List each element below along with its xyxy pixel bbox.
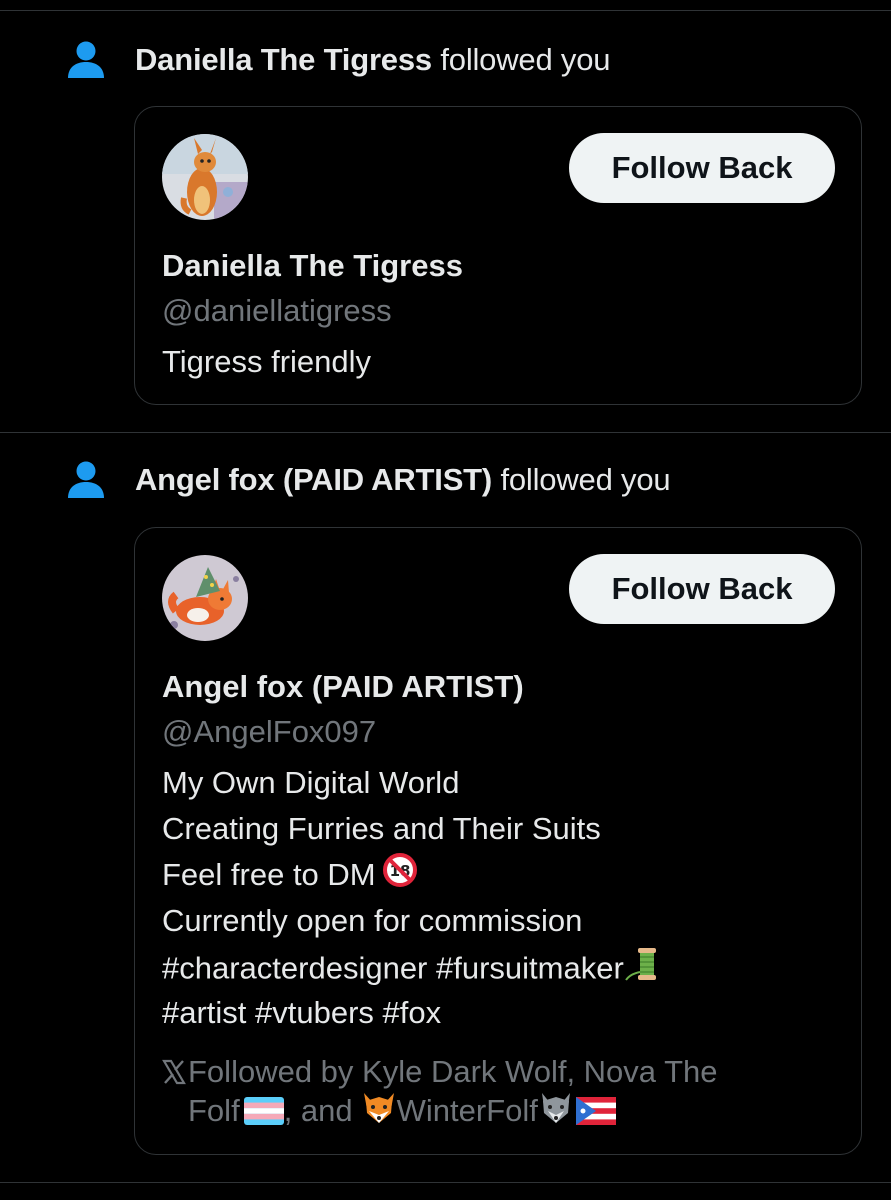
fox-face-icon <box>361 1091 397 1134</box>
followed-by[interactable]: Followed by Kyle Dark Wolf, Nova The Fol… <box>162 1053 718 1129</box>
followed-by-name: WinterFolf <box>396 1093 538 1128</box>
no-under-18-icon: 18 <box>382 852 418 901</box>
user-display-name[interactable]: Angel fox (PAID ARTIST) <box>162 669 524 705</box>
user-handle[interactable]: @AngelFox097 <box>162 714 376 750</box>
user-card[interactable]: Follow Back Daniella The Tigress @daniel… <box>134 106 862 405</box>
bio-line[interactable]: #artist #vtubers #fox <box>162 990 664 1036</box>
user-display-name[interactable]: Daniella The Tigress <box>162 248 463 284</box>
bio-line-text: Feel free to DM <box>162 857 376 892</box>
bio-line-text[interactable]: #characterdesigner #fursuitmaker <box>162 951 624 986</box>
notification-actor-name[interactable]: Angel fox (PAID ARTIST) <box>135 462 492 497</box>
follow-notification[interactable]: Angel fox (PAID ARTIST) followed you Fol… <box>0 432 891 1182</box>
spool-of-thread-icon <box>624 944 664 997</box>
avatar[interactable] <box>162 134 248 220</box>
x-logo-icon <box>162 1056 186 1094</box>
wolf-face-icon <box>538 1091 574 1134</box>
user-handle[interactable]: @daniellatigress <box>162 293 392 329</box>
transgender-flag-icon <box>243 1096 284 1134</box>
puerto-rico-flag-icon <box>575 1096 616 1134</box>
bio-line: Feel free to DM18 <box>162 852 664 898</box>
followed-by-separator: , and <box>283 1093 353 1128</box>
bio-line: Tigress friendly <box>162 344 372 379</box>
follow-notification[interactable]: Daniella The Tigress followed you Follow… <box>0 0 891 432</box>
follow-back-button[interactable]: Follow Back <box>569 554 835 624</box>
notification-action: followed you <box>440 42 611 77</box>
user-bio: My Own Digital World Creating Furries an… <box>162 760 664 1036</box>
user-card[interactable]: Follow Back Angel fox (PAID ARTIST) @Ang… <box>134 527 862 1155</box>
notification-action: followed you <box>500 462 671 497</box>
avatar[interactable] <box>162 555 248 641</box>
person-icon <box>66 40 106 80</box>
bio-line: My Own Digital World <box>162 765 460 800</box>
followed-by-name: Folf <box>188 1093 240 1128</box>
bio-line: Creating Furries and Their Suits <box>162 811 601 846</box>
notification-actor-name[interactable]: Daniella The Tigress <box>135 42 432 77</box>
followed-by-text: Followed by Kyle Dark Wolf, Nova The <box>188 1054 718 1089</box>
notification-divider <box>0 1182 891 1183</box>
user-bio: Tigress friendly <box>162 339 371 385</box>
bio-line: Currently open for commission <box>162 903 583 938</box>
person-icon <box>66 460 106 500</box>
bio-line: #characterdesigner #fursuitmaker <box>162 944 664 990</box>
follow-back-button[interactable]: Follow Back <box>569 133 835 203</box>
